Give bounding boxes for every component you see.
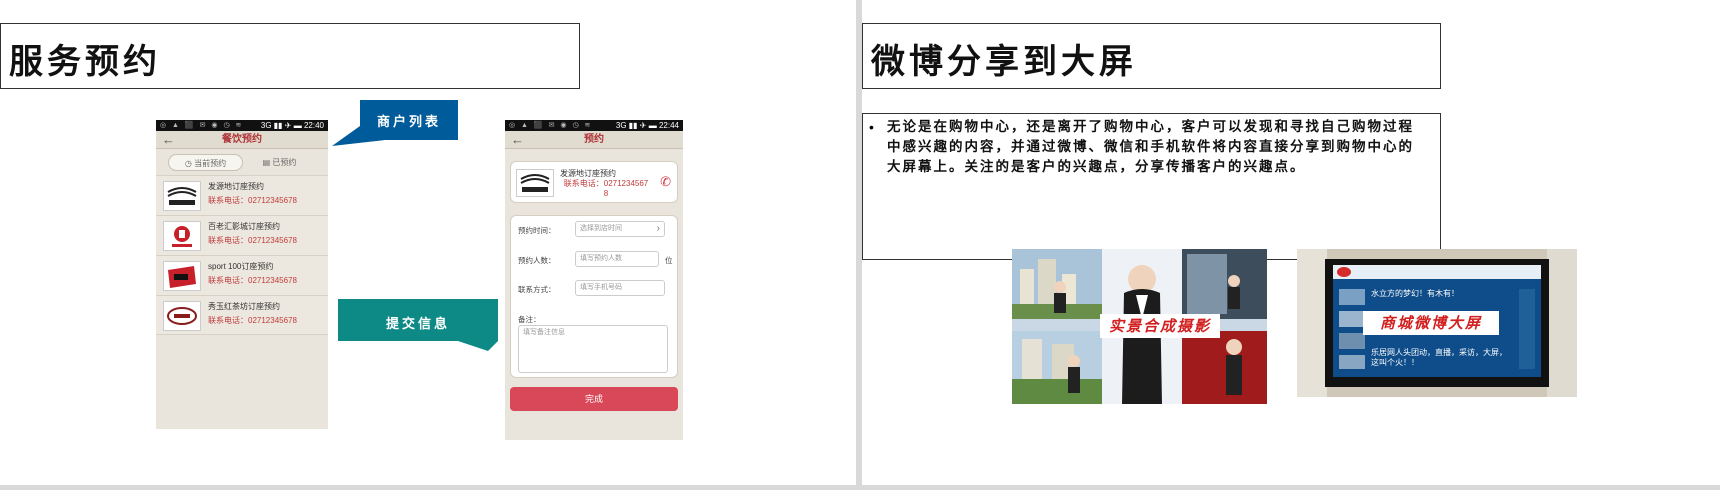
status-icons: ◎ ▲ ⬛ ✉ ◉ ◷ ≋ bbox=[160, 122, 244, 129]
shop-logo-icon bbox=[163, 221, 201, 251]
shop-tel: 联系电话：02712345678 bbox=[208, 236, 297, 245]
shop-tel: 联系电话：02712345678 bbox=[208, 196, 297, 205]
list-item[interactable]: 发源地订座预约 联系电话：02712345678 bbox=[156, 175, 328, 215]
photo-caption-composite: 实景合成摄影 bbox=[1100, 314, 1220, 338]
label-time: 预约时间： bbox=[518, 226, 556, 235]
shop-logo-icon bbox=[163, 301, 201, 331]
bullet-dot: • bbox=[869, 119, 874, 135]
shop-logo-icon bbox=[516, 169, 554, 197]
phone-booking-form: ◎ ▲ ⬛ ✉ ◉ ◷ ≋ 3G ▮▮ ✈ ▬ 22:44 ← 预约 发源地订座… bbox=[505, 120, 683, 440]
phone-merchant-list: ◎ ▲ ⬛ ✉ ◉ ◷ ≋ 3G ▮▮ ✈ ▬ 22:40 ← 餐饮预约 ◷ 当… bbox=[156, 120, 328, 429]
calendar-icon: ▤ bbox=[262, 158, 271, 167]
photo-mall-screen: 水立方的梦幻！有木有！ 乐居网人头团动，直播，采访，大屏，这叫个火！！ 商城微博… bbox=[1297, 249, 1577, 397]
tab-booked[interactable]: ▤ 已预约 bbox=[243, 154, 316, 171]
screen-post-1: 水立方的梦幻！有木有！ bbox=[1371, 289, 1459, 298]
clock-icon: ◷ bbox=[184, 159, 192, 168]
signal-icon: ▮▮ ✈ ▬ bbox=[273, 121, 304, 130]
title-box: 微博分享到大屏 bbox=[862, 23, 1441, 89]
nav-title: 餐饮预约 bbox=[222, 134, 262, 145]
tab-current-booking[interactable]: ◷ 当前预约 bbox=[168, 154, 243, 171]
shop-name: 发源地订座预约 bbox=[208, 182, 264, 191]
contact-input[interactable]: 填写手机号码 bbox=[575, 280, 665, 296]
people-unit: 位 bbox=[665, 256, 673, 265]
photo-caption-screen: 商城微博大屏 bbox=[1363, 311, 1499, 335]
shop-name: 秀玉红茶坊订座预约 bbox=[208, 302, 280, 311]
title-box: 服务预约 bbox=[0, 23, 580, 89]
slide-service-booking: 服务预约 商户列表 提交信息 ◎ ▲ ⬛ ✉ ◉ ◷ ≋ 3G ▮▮ ✈ ▬ 2… bbox=[0, 0, 856, 485]
status-network: 3G bbox=[260, 121, 272, 130]
shop-name: 发源地订座预约 bbox=[560, 169, 616, 178]
label-people: 预约人数： bbox=[518, 256, 556, 265]
shop-tel: 联系电话：0271234567 8 bbox=[563, 179, 649, 198]
complete-button[interactable]: 完成 bbox=[510, 387, 678, 411]
list-item[interactable]: 秀玉红茶坊订座预约 联系电话：02712345678 bbox=[156, 295, 328, 335]
signal-icon: ▮▮ ✈ ▬ bbox=[628, 121, 659, 130]
bullet-text: 无论是在购物中心，还是离开了购物中心，客户可以发现和寻找自己购物过程中感兴趣的内… bbox=[887, 119, 1414, 175]
status-network: 3G bbox=[615, 121, 627, 130]
callout-merchant-label: 商户列表 bbox=[376, 115, 441, 130]
shop-logo-icon bbox=[163, 181, 201, 211]
status-time: 22:40 bbox=[303, 121, 324, 130]
list-item[interactable]: 百老汇影城订座预约 联系电话：02712345678 bbox=[156, 215, 328, 255]
bullet-box: • 无论是在购物中心，还是离开了购物中心，客户可以发现和寻找自己购物过程中感兴趣… bbox=[862, 113, 1441, 260]
shop-name: 百老汇影城订座预约 bbox=[208, 222, 280, 231]
slide-title: 微博分享到大屏 bbox=[871, 42, 1137, 82]
nav-bar: ← 餐饮预约 bbox=[156, 131, 328, 149]
bottom-bar bbox=[0, 485, 1720, 490]
screen-post-2: 乐居网人头团动，直播，采访，大屏，这叫个火！！ bbox=[1371, 348, 1507, 367]
status-bar: ◎ ▲ ⬛ ✉ ◉ ◷ ≋ 3G ▮▮ ✈ ▬ 22:44 bbox=[505, 120, 683, 131]
slide-title: 服务预约 bbox=[9, 42, 161, 82]
shop-tel: 联系电话：02712345678 bbox=[208, 276, 297, 285]
shop-logo-icon bbox=[163, 261, 201, 291]
people-input[interactable]: 填写预约人数 bbox=[575, 251, 659, 267]
back-arrow-icon[interactable]: ← bbox=[162, 132, 175, 147]
phone-call-icon[interactable]: ✆ bbox=[660, 174, 671, 190]
callout-merchant-list: 商户列表 bbox=[330, 100, 460, 150]
back-arrow-icon[interactable]: ← bbox=[511, 132, 524, 147]
nav-bar: ← 预约 bbox=[505, 131, 683, 149]
chevron-right-icon: › bbox=[656, 223, 660, 234]
status-time: 22:44 bbox=[658, 121, 679, 130]
callout-submit-label: 提交信息 bbox=[385, 317, 450, 332]
photo-composite: 实景合成摄影 bbox=[1012, 249, 1267, 404]
status-bar: ◎ ▲ ⬛ ✉ ◉ ◷ ≋ 3G ▮▮ ✈ ▬ 22:40 bbox=[156, 120, 328, 131]
segment-control: ◷ 当前预约 ▤ 已预约 bbox=[168, 154, 316, 171]
note-textarea[interactable]: 填写备注信息 bbox=[518, 325, 668, 373]
status-icons: ◎ ▲ ⬛ ✉ ◉ ◷ ≋ bbox=[509, 122, 593, 129]
nav-title: 预约 bbox=[584, 134, 604, 145]
label-note: 备注： bbox=[518, 315, 541, 324]
tab-current-label: 当前预约 bbox=[194, 159, 227, 168]
weibo-icon bbox=[1337, 267, 1351, 277]
callout-submit-info: 提交信息 bbox=[338, 299, 502, 353]
tab-booked-label: 已预约 bbox=[272, 158, 297, 167]
list-item[interactable]: sport 100订座预约 联系电话：02712345678 bbox=[156, 255, 328, 295]
shop-tel: 联系电话：02712345678 bbox=[208, 316, 297, 325]
shop-name: sport 100订座预约 bbox=[208, 262, 274, 271]
label-contact: 联系方式： bbox=[518, 285, 556, 294]
shop-card: 发源地订座预约 联系电话：0271234567 8 ✆ bbox=[510, 161, 678, 203]
form-card: 预约时间： 选择到店时间 › 预约人数： 填写预约人数 位 联系方式： 填写手机… bbox=[510, 215, 678, 378]
time-select[interactable]: 选择到店时间 › bbox=[575, 221, 665, 237]
time-placeholder: 选择到店时间 bbox=[580, 225, 622, 232]
